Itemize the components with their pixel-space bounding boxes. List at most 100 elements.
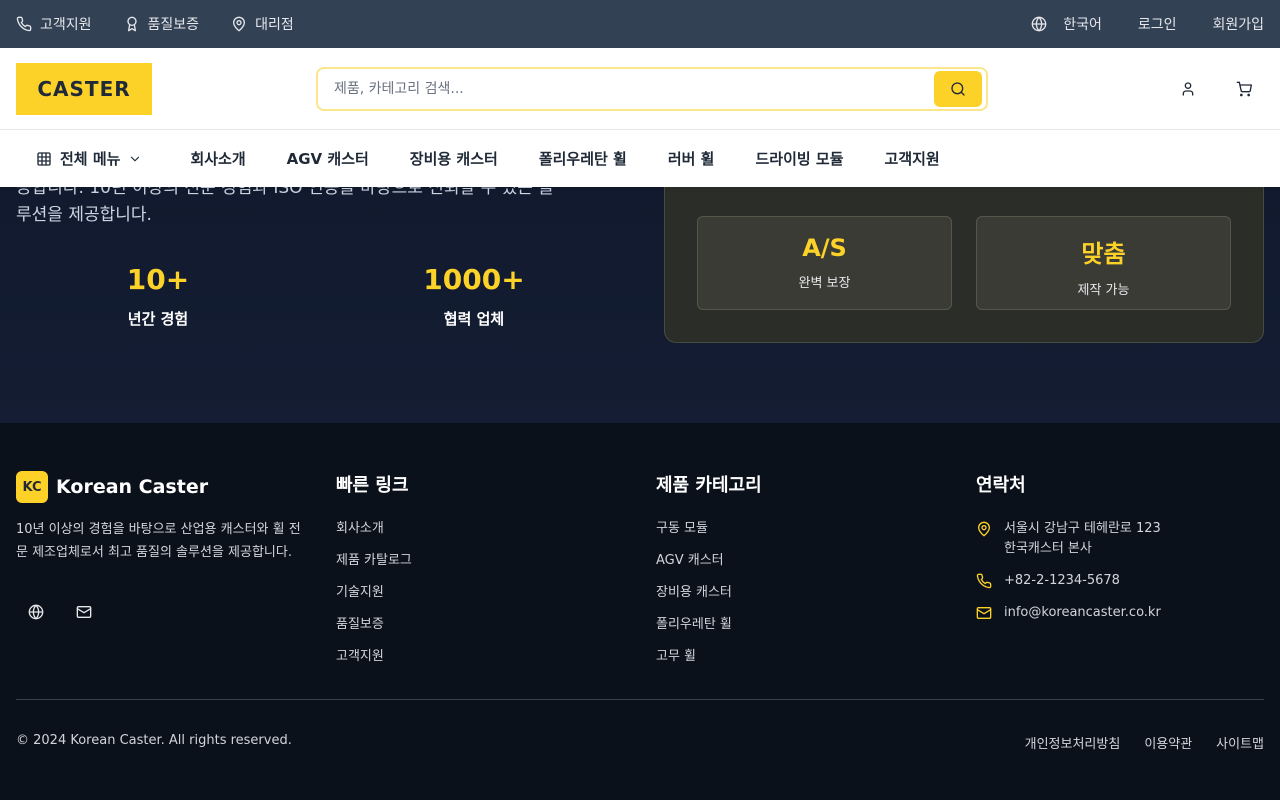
login-label: 로그인: [1137, 17, 1177, 33]
language-selector[interactable]: 한국어: [1031, 14, 1102, 34]
website-link[interactable]: [16, 592, 56, 632]
footer-category-link[interactable]: 구동 모듈: [656, 519, 762, 551]
topbar-dealer-label: 대리점: [255, 17, 294, 33]
hero-description: 루션을 제공합니다.: [16, 205, 152, 225]
footer-category-link[interactable]: 폴리우레탄 휠: [656, 615, 762, 647]
footer-link[interactable]: 제품 카탈로그: [336, 551, 412, 583]
footer-quick-links: 회사소개 제품 카탈로그 기술지원 품질보증 고객지원: [336, 519, 412, 679]
copyright-text: © 2024 Korean Caster. All rights reserve…: [16, 733, 292, 748]
map-pin-icon: [231, 16, 247, 32]
topbar-left: 고객지원 품질보증 대리점: [16, 14, 326, 34]
search-bar: [316, 67, 988, 111]
footer-link[interactable]: 기술지원: [336, 583, 412, 615]
stat-partners-label: 협력 업체: [443, 310, 505, 328]
footer-divider: [16, 699, 1264, 700]
stat-partners-value: 1000+: [423, 263, 525, 296]
topbar-dealer-link[interactable]: 대리점: [231, 14, 294, 34]
footer-category-link[interactable]: AGV 캐스터: [656, 551, 762, 583]
hero-section: 공합니다. 10년 이상의 전문 경험과 ISO 인증을 바탕으로 신뢰할 수 …: [0, 187, 1280, 423]
nav-item-company[interactable]: 회사소개: [190, 148, 245, 169]
stat-experience-value: 10+: [126, 263, 190, 296]
phone-icon: [16, 16, 32, 32]
topbar-support-label: 고객지원: [40, 17, 92, 33]
privacy-policy-link[interactable]: 개인정보처리방침: [1025, 733, 1121, 752]
mail-icon: [76, 604, 92, 620]
contact-address-text: 서울시 강남구 테헤란로 123 한국캐스터 본사: [1004, 519, 1161, 559]
all-menu-button[interactable]: 전체 메뉴: [36, 148, 142, 169]
signup-link[interactable]: 회원가입: [1212, 14, 1264, 34]
footer-category-link[interactable]: 고무 휠: [656, 647, 762, 679]
shopping-cart-icon: [1236, 81, 1252, 97]
login-link[interactable]: 로그인: [1138, 14, 1177, 34]
footer-logo-badge: KC: [16, 471, 48, 503]
topbar-quality-link[interactable]: 품질보증: [124, 14, 200, 34]
features-panel: A/S 완벽 보장 맞춤 제작 가능: [664, 187, 1264, 343]
footer-brand-name: Korean Caster: [56, 476, 209, 498]
nav-item-driving-module[interactable]: 드라이빙 모듈: [755, 148, 843, 169]
nav-item-support[interactable]: 고객지원: [885, 148, 940, 169]
nav-item-agv-caster[interactable]: AGV 캐스터: [287, 148, 369, 169]
feature-card-title: 맞춤: [1081, 240, 1126, 268]
award-icon: [124, 16, 140, 32]
search-button[interactable]: [934, 71, 982, 107]
footer-link[interactable]: 고객지원: [336, 647, 412, 679]
nav-item-polyurethane-wheel[interactable]: 폴리우레탄 휠: [539, 148, 627, 169]
map-pin-icon: [976, 519, 992, 539]
topbar-quality-label: 품질보증: [147, 17, 200, 33]
signup-label: 회원가입: [1212, 17, 1264, 33]
footer-brand: KC Korean Caster: [16, 471, 306, 503]
contact-address: 서울시 강남구 테헤란로 123 한국캐스터 본사: [976, 519, 1161, 559]
footer-description: 10년 이상의 경험을 바탕으로 산업용 캐스터와 휠 전문 제조업체로서 최고…: [16, 522, 301, 560]
globe-icon: [28, 604, 44, 620]
footer-link[interactable]: 품질보증: [336, 615, 412, 647]
contact-address-line1: 서울시 강남구 테헤란로 123: [1004, 521, 1161, 536]
contact-email[interactable]: info@koreancaster.co.kr: [976, 603, 1161, 623]
all-menu-label: 전체 메뉴: [60, 150, 121, 168]
terms-link[interactable]: 이용약관: [1144, 733, 1192, 752]
footer-category-link[interactable]: 장비용 캐스터: [656, 583, 762, 615]
footer-link[interactable]: 회사소개: [336, 519, 412, 551]
stat-experience-label: 년간 경험: [127, 310, 189, 328]
topbar-support-link[interactable]: 고객지원: [16, 14, 92, 34]
grid-icon: [36, 151, 52, 167]
contact-address-line2: 한국캐스터 본사: [1004, 541, 1092, 556]
language-label: 한국어: [1063, 17, 1102, 33]
site-footer: KC Korean Caster 10년 이상의 경험을 바탕으로 산업용 캐스…: [0, 423, 1280, 800]
top-utility-bar: 고객지원 품질보증 대리점 한국어 로그인 회원가입: [0, 0, 1280, 48]
search-input[interactable]: [318, 69, 934, 109]
sitemap-link[interactable]: 사이트맵: [1216, 733, 1264, 752]
cart-button[interactable]: [1232, 77, 1256, 101]
footer-legal-links: 개인정보처리방침 이용약관 사이트맵: [1025, 733, 1264, 752]
feature-card-subtitle: 제작 가능: [1077, 283, 1130, 298]
email-link[interactable]: [64, 592, 104, 632]
globe-icon: [1031, 16, 1047, 32]
phone-icon: [976, 571, 992, 591]
footer-categories: 구동 모듈 AGV 캐스터 장비용 캐스터 폴리우레탄 휠 고무 휠: [656, 519, 762, 679]
feature-card-title: A/S: [802, 234, 847, 262]
feature-card-custom: 맞춤 제작 가능: [976, 216, 1231, 310]
site-logo[interactable]: CASTER: [16, 63, 152, 115]
mail-icon: [976, 603, 992, 623]
contact-email-text: info@koreancaster.co.kr: [1004, 605, 1161, 620]
footer-social-links: [16, 592, 306, 632]
feature-card-subtitle: 완벽 보장: [798, 276, 851, 291]
search-icon: [950, 81, 966, 97]
topbar-right: 한국어 로그인 회원가입: [1031, 14, 1264, 34]
footer-categories-title: 제품 카테고리: [656, 475, 762, 496]
nav-item-rubber-wheel[interactable]: 러버 휠: [668, 148, 715, 169]
chevron-down-icon: [128, 152, 142, 166]
main-navigation: 전체 메뉴 회사소개 AGV 캐스터 장비용 캐스터 폴리우레탄 휠 러버 휠 …: [0, 130, 1280, 187]
footer-brand-column: KC Korean Caster 10년 이상의 경험을 바탕으로 산업용 캐스…: [16, 471, 306, 632]
footer-contact-column: 연락처 서울시 강남구 테헤란로 123 한국캐스터 본사 +82-2-1234…: [976, 471, 1161, 635]
footer-quick-links-title: 빠른 링크: [336, 475, 409, 496]
account-button[interactable]: [1176, 77, 1200, 101]
nav-item-equipment-caster[interactable]: 장비용 캐스터: [410, 148, 498, 169]
stat-partners: 1000+ 협력 업체: [324, 263, 624, 329]
footer-contact-list: 서울시 강남구 테헤란로 123 한국캐스터 본사 +82-2-1234-567…: [976, 519, 1161, 623]
feature-card-as: A/S 완벽 보장: [697, 216, 952, 310]
hero-description-partial: 공합니다. 10년 이상의 전문 경험과 ISO 인증을 바탕으로 신뢰할 수 …: [16, 187, 554, 198]
footer-quick-links-column: 빠른 링크 회사소개 제품 카탈로그 기술지원 품질보증 고객지원: [336, 471, 412, 679]
stat-experience: 10+ 년간 경험: [8, 263, 308, 329]
contact-phone[interactable]: +82-2-1234-5678: [976, 571, 1161, 591]
contact-phone-text: +82-2-1234-5678: [1004, 573, 1120, 588]
